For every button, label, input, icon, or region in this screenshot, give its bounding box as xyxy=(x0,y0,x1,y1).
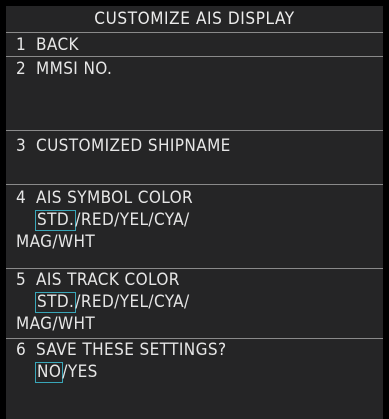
track-color-option-std[interactable]: STD. xyxy=(34,292,77,313)
item-number: 2 xyxy=(16,59,27,79)
option-separator: / xyxy=(184,292,190,312)
track-color-option-wht[interactable]: WHT xyxy=(58,314,95,334)
menu-item-customized-shipname[interactable]: 3 CUSTOMIZED SHIPNAME xyxy=(6,131,383,185)
item-number: 3 xyxy=(16,136,27,156)
menu-item-mmsi-no[interactable]: 2 MMSI NO. xyxy=(6,57,383,131)
item-label: CUSTOMIZED SHIPNAME xyxy=(36,136,231,156)
item-number: 5 xyxy=(16,270,27,290)
menu-item-back[interactable]: 1 BACK xyxy=(6,33,383,57)
symbol-color-option-wht[interactable]: WHT xyxy=(58,232,95,252)
symbol-color-option-mag[interactable]: MAG xyxy=(16,232,52,252)
item-number: 4 xyxy=(16,188,27,208)
symbol-color-option-std[interactable]: STD. xyxy=(34,210,77,231)
track-color-option-cya[interactable]: CYA xyxy=(154,292,184,312)
item-label: AIS SYMBOL COLOR xyxy=(36,188,194,208)
item-number: 6 xyxy=(16,340,27,360)
customize-ais-display-menu: CUSTOMIZE AIS DISPLAY 1 BACK 2 MMSI NO. 3C… xyxy=(6,6,383,419)
item-number: 1 xyxy=(16,35,27,55)
track-color-option-yel[interactable]: YEL xyxy=(120,292,149,312)
item-label: AIS TRACK COLOR xyxy=(36,270,180,290)
save-option-no[interactable]: NO xyxy=(34,362,64,383)
menu-item-ais-symbol-color[interactable]: 4 AIS SYMBOL COLOR STD./RED/YEL/CYA/ MAG/… xyxy=(6,185,383,269)
item-label: MMSI NO. xyxy=(36,59,113,79)
symbol-color-option-cya[interactable]: CYA xyxy=(154,210,184,230)
symbol-color-option-yel[interactable]: YEL xyxy=(120,210,149,230)
save-option-yes[interactable]: YES xyxy=(68,362,98,382)
item-label: BACK xyxy=(36,35,79,55)
symbol-color-option-red[interactable]: RED xyxy=(81,210,114,230)
menu-item-ais-track-color[interactable]: 5 AIS TRACK COLOR STD./RED/YEL/CYA/ MAG/W… xyxy=(6,269,383,339)
menu-item-save-settings[interactable]: 6 SAVE THESE SETTINGS? NO/YES xyxy=(6,339,383,389)
track-color-option-red[interactable]: RED xyxy=(81,292,114,312)
menu-title: CUSTOMIZE AIS DISPLAY xyxy=(6,6,383,33)
track-color-option-mag[interactable]: MAG xyxy=(16,314,52,334)
option-separator: / xyxy=(184,210,190,230)
item-label: SAVE THESE SETTINGS? xyxy=(36,340,227,360)
